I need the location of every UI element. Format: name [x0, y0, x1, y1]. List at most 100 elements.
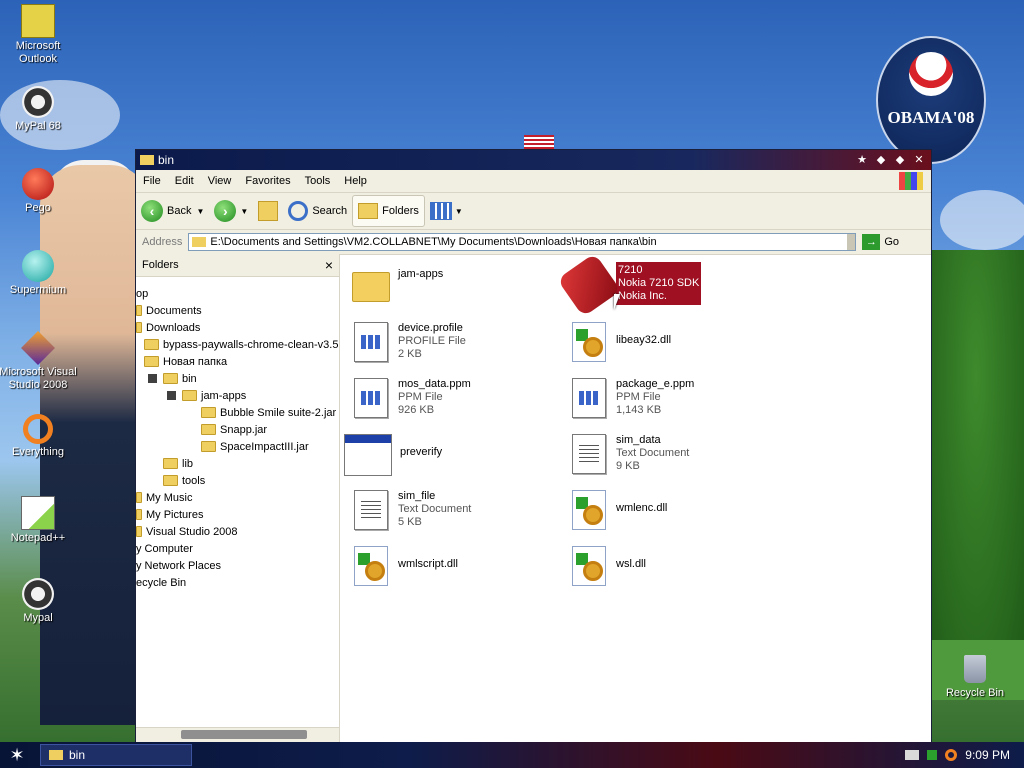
search-ring-icon[interactable]	[945, 749, 958, 761]
start-button[interactable]: ✶	[0, 742, 34, 768]
address-label: Address	[142, 236, 183, 248]
views-button[interactable]: ▼	[425, 196, 468, 226]
forward-button[interactable]: › ▼	[209, 196, 253, 226]
desktop-icon-mypal68[interactable]: MyPal 68	[0, 86, 78, 133]
file-name: package_e.ppm	[616, 378, 695, 390]
minimize-button[interactable]: ◆	[873, 153, 889, 167]
tree-item-label: lib	[182, 457, 194, 470]
menu-edit[interactable]: Edit	[168, 175, 201, 187]
tree-item[interactable]: Visual Studio 2008	[136, 523, 238, 540]
tree-item[interactable]: op	[136, 285, 148, 302]
address-bar: Address E:\Documents and Settings\VM2.CO…	[136, 230, 931, 255]
file-name: jam-apps	[398, 268, 444, 280]
folder-icon	[192, 237, 207, 247]
dropdown-icon[interactable]	[847, 234, 856, 250]
forward-arrow-icon: ›	[214, 200, 237, 222]
desktop-icon-notepadpp[interactable]: Notepad++	[0, 496, 78, 545]
file-item[interactable]: sim_data Text Document 9 KB	[566, 430, 689, 476]
desktop-icon-everything[interactable]: Everything	[0, 414, 78, 459]
tree-item[interactable]: bypass-paywalls-chrome-clean-v3.5	[144, 336, 338, 353]
file-item[interactable]: wmlscript.dll	[348, 542, 458, 588]
menu-tools[interactable]: Tools	[298, 175, 338, 187]
keyboard-icon[interactable]	[905, 750, 920, 760]
desktop-icon-visual-studio[interactable]: Microsoft Visual Studio 2008	[0, 331, 78, 392]
tree-item[interactable]: y Computer	[136, 540, 193, 557]
menu-view[interactable]: View	[201, 175, 239, 187]
raccoon-icon	[22, 578, 54, 610]
supermium-icon	[22, 250, 54, 282]
desktop-icon-outlook[interactable]: Microsoft Outlook	[0, 4, 78, 66]
file-item[interactable]: jam-apps	[348, 264, 443, 310]
file-size: 1,143 KB	[616, 404, 662, 416]
tree-item[interactable]: Новая папка	[144, 353, 227, 370]
address-value: E:\Documents and Settings\VM2.COLLABNET\…	[210, 236, 657, 248]
tree-item[interactable]: lib	[163, 455, 193, 472]
file-item[interactable]: device.profile PROFILE File 2 KB	[348, 318, 466, 364]
search-button[interactable]: Search	[283, 196, 352, 226]
tree-item[interactable]: tools	[163, 472, 205, 489]
folders-pane-title: Folders	[142, 259, 179, 271]
tree-item[interactable]: My Music	[136, 489, 192, 506]
back-button[interactable]: ‹ Back ▼	[136, 196, 209, 226]
menu-help[interactable]: Help	[337, 175, 374, 187]
file-item[interactable]: mos_data.ppm PPM File 926 KB	[348, 374, 471, 420]
taskbar-item-bin[interactable]: bin	[40, 744, 192, 766]
file-name: libeay32.dll	[616, 334, 672, 346]
tree-item[interactable]: ecycle Bin	[136, 574, 186, 591]
back-label: Back	[167, 205, 192, 217]
tree-item[interactable]: Bubble Smile suite-2.jar	[201, 404, 336, 421]
tree-item[interactable]: jam-apps	[167, 387, 246, 404]
tree-item[interactable]: My Pictures	[136, 506, 203, 523]
desktop-icon-mypal[interactable]: Mypal	[0, 578, 78, 625]
address-field[interactable]: E:\Documents and Settings\VM2.COLLABNET\…	[188, 233, 857, 251]
network-icon[interactable]	[927, 750, 938, 760]
maximize-button[interactable]: ◆	[892, 153, 908, 167]
collapse-icon[interactable]	[148, 374, 157, 383]
file-item-selected[interactable]: 7210 Nokia 7210 SDK Nokia Inc.	[556, 252, 702, 318]
tree-item[interactable]: Documents	[136, 302, 202, 319]
file-item[interactable]: wsl.dll	[566, 542, 646, 588]
folders-label: Folders	[382, 205, 419, 217]
desktop-icon-recycle-bin[interactable]: Recycle Bin	[940, 655, 1010, 699]
title-bar[interactable]: bin ★ ◆ ◆ ✕	[136, 150, 931, 170]
visual-studio-icon	[21, 331, 55, 365]
desktop-icon-supermium[interactable]: Supermium	[0, 250, 78, 297]
tree-item-selected[interactable]: bin	[148, 370, 197, 387]
folders-button[interactable]: Folders	[352, 195, 425, 227]
views-icon	[429, 202, 452, 220]
menu-file[interactable]: File	[136, 175, 168, 187]
text-document-icon	[354, 490, 388, 530]
tree-item-label: bypass-paywalls-chrome-clean-v3.5	[163, 338, 339, 351]
folder-up-icon	[258, 201, 279, 221]
horizontal-scrollbar[interactable]	[136, 727, 339, 742]
chevron-down-icon[interactable]: ▼	[196, 207, 204, 216]
tree-item[interactable]: Downloads	[136, 319, 200, 336]
tree-item-label: Bubble Smile suite-2.jar	[220, 406, 337, 419]
menu-favorites[interactable]: Favorites	[238, 175, 297, 187]
scrollbar-thumb[interactable]	[181, 730, 307, 739]
up-button[interactable]	[253, 196, 283, 226]
window-title: bin	[158, 153, 175, 167]
tree-item-label: Snapp.jar	[220, 423, 268, 436]
campaign-badge: OBAMA'08	[876, 36, 986, 164]
file-item[interactable]: package_e.ppm PPM File 1,143 KB	[566, 374, 694, 420]
clock[interactable]: 9:09 PM	[965, 748, 1010, 762]
tree-item[interactable]: Snapp.jar	[201, 421, 267, 438]
recycle-bin-icon	[964, 655, 986, 683]
file-item[interactable]: wmlenc.dll	[566, 486, 667, 532]
tree-item[interactable]: SpaceImpactIII.jar	[201, 438, 309, 455]
close-button[interactable]: ✕	[911, 153, 927, 167]
file-item[interactable]: preverify	[344, 430, 442, 476]
pin-icon[interactable]: ★	[854, 153, 870, 167]
file-item[interactable]: libeay32.dll	[566, 318, 671, 364]
chevron-down-icon[interactable]: ▼	[240, 207, 248, 216]
collapse-icon[interactable]	[167, 391, 176, 400]
desktop-icon-pego[interactable]: Pego	[0, 168, 78, 215]
tree-item-label: My Music	[146, 491, 193, 504]
desktop-icon-label: Everything	[12, 446, 64, 458]
file-type: Nokia 7210 SDK	[618, 277, 700, 289]
tree-item[interactable]: y Network Places	[136, 557, 221, 574]
go-button[interactable]: → Go	[862, 234, 899, 250]
file-item[interactable]: sim_file Text Document 5 KB	[348, 486, 471, 532]
close-pane-icon[interactable]: ×	[325, 257, 333, 273]
